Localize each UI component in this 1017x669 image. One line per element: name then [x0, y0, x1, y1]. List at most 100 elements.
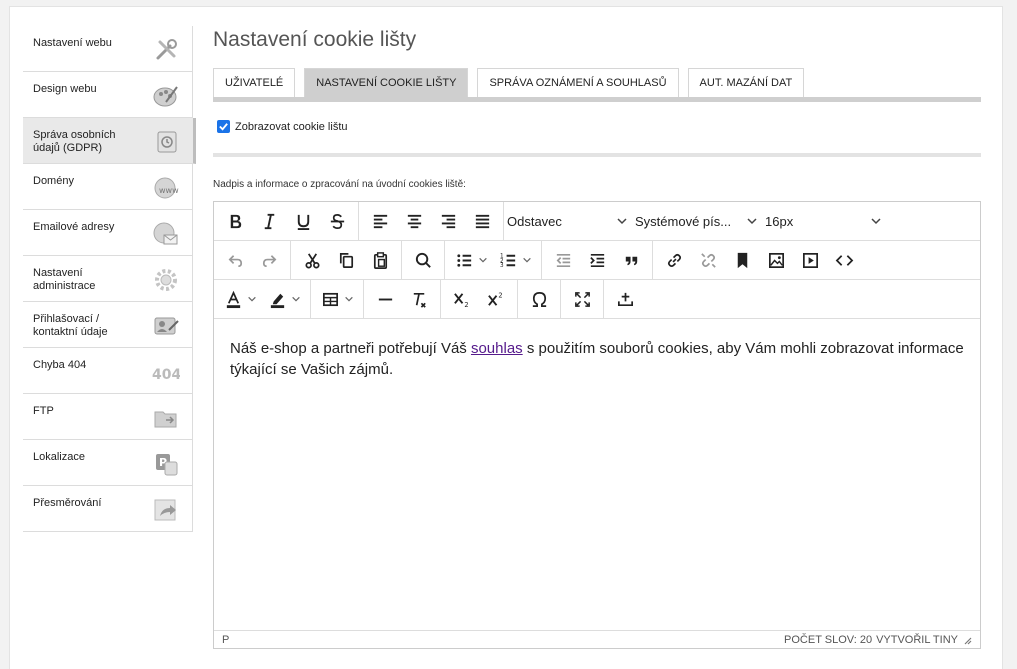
text-color-button[interactable]: [218, 284, 262, 314]
sidebar-item-presmerovani[interactable]: Přesměrování: [23, 486, 192, 532]
sidebar-item-label: Správa osobních údajů (GDPR): [33, 129, 116, 154]
bullet-list-icon: [457, 253, 472, 267]
fullscreen-icon: [574, 291, 590, 307]
align-right-button[interactable]: [431, 206, 465, 236]
outdent-button[interactable]: [546, 245, 580, 275]
blockquote-button[interactable]: [614, 245, 648, 275]
find-replace-button[interactable]: [406, 245, 440, 275]
align-center-button[interactable]: [397, 206, 431, 236]
link-icon: [667, 253, 681, 267]
settings-sidebar: Nastavení webu Design webu Správa osobní…: [23, 26, 196, 532]
toolbar-row-3: 2 2: [214, 279, 980, 319]
sidebar-item-domeny[interactable]: Domény www: [23, 164, 192, 210]
insert-media-button[interactable]: [793, 245, 827, 275]
resize-handle-icon[interactable]: [962, 635, 972, 645]
numbered-list-button[interactable]: 123: [493, 245, 537, 275]
consent-link[interactable]: souhlas: [471, 340, 523, 357]
paste-button[interactable]: [363, 245, 397, 275]
word-count[interactable]: POČET SLOV: 20: [784, 634, 872, 646]
sidebar-item-nastaveni-administrace[interactable]: Nastavení administrace: [23, 256, 192, 302]
undo-icon: [228, 254, 242, 267]
sidebar-item-emailove-adresy[interactable]: Emailové adresy: [23, 210, 192, 256]
italic-icon: [264, 213, 274, 229]
redo-icon: [262, 254, 276, 267]
special-character-button[interactable]: [522, 284, 556, 314]
page-title: Nastavení cookie lišty: [213, 28, 417, 51]
sidebar-item-lokalizace[interactable]: Lokalizace P: [23, 440, 192, 486]
bookmark-icon: [737, 252, 747, 268]
section-divider: [213, 153, 981, 157]
sidebar-item-label: Nastavení administrace: [33, 267, 96, 292]
tab-sprava-oznameni[interactable]: SPRÁVA OZNÁMENÍ A SOUHLASŮ: [477, 68, 679, 97]
omega-icon: [532, 291, 546, 307]
highlight-color-button[interactable]: [262, 284, 306, 314]
sidebar-item-chyba-404[interactable]: Chyba 404 404: [23, 348, 192, 394]
source-code-button[interactable]: [827, 245, 861, 275]
show-cookie-bar-label: Zobrazovat cookie lištu: [235, 120, 348, 133]
underline-button[interactable]: [286, 206, 320, 236]
insert-link-button[interactable]: [657, 245, 691, 275]
align-left-button[interactable]: [363, 206, 397, 236]
search-icon: [415, 252, 431, 268]
remove-link-button[interactable]: [691, 245, 725, 275]
block-format-select[interactable]: Odstavec: [504, 206, 632, 236]
sidebar-item-prihlasovaci-udaje[interactable]: Přihlašovací / kontaktní údaje: [23, 302, 192, 348]
font-size-select[interactable]: 16px: [762, 206, 886, 236]
tiny-branding-link[interactable]: VYTVOŘIL TINY: [876, 634, 958, 646]
bold-button[interactable]: [218, 206, 252, 236]
indent-button[interactable]: [580, 245, 614, 275]
cut-button[interactable]: [295, 245, 329, 275]
content-text-before: Náš e-shop a partneři potřebují Váš: [230, 340, 471, 357]
italic-button[interactable]: [252, 206, 286, 236]
gear-icon: [152, 266, 180, 294]
font-family-select[interactable]: Systémové pís...: [632, 206, 762, 236]
superscript-button[interactable]: 2: [479, 284, 513, 314]
bullet-list-button[interactable]: [449, 245, 493, 275]
checkmark-icon: [219, 123, 228, 131]
sidebar-item-label: Emailové adresy: [33, 221, 115, 233]
tab-uzivatele[interactable]: UŽIVATELÉ: [213, 68, 296, 97]
tab-bar: UŽIVATELÉ NASTAVENÍ COOKIE LIŠTY SPRÁVA …: [213, 68, 981, 102]
email-globe-icon: [152, 220, 180, 248]
anchor-button[interactable]: [725, 245, 759, 275]
indent-icon: [589, 253, 604, 267]
align-center-icon: [407, 214, 421, 228]
sidebar-item-label: Lokalizace: [33, 451, 85, 463]
sidebar-item-label: Domény: [33, 175, 74, 187]
element-path[interactable]: P: [222, 634, 229, 646]
justify-button[interactable]: [465, 206, 499, 236]
subscript-button[interactable]: 2: [445, 284, 479, 314]
chevron-down-icon: [479, 257, 487, 263]
table-button[interactable]: [315, 284, 359, 314]
horizontal-line-button[interactable]: [368, 284, 402, 314]
tab-aut-mazani-dat[interactable]: AUT. MAZÁNÍ DAT: [687, 68, 805, 97]
quote-icon: [625, 256, 637, 265]
strikethrough-button[interactable]: [320, 206, 354, 236]
sidebar-item-ftp[interactable]: FTP: [23, 394, 192, 440]
align-left-icon: [373, 214, 387, 228]
insert-image-button[interactable]: [759, 245, 793, 275]
copy-button[interactable]: [329, 245, 363, 275]
insert-plus-icon: [617, 292, 633, 306]
sidebar-item-nastaveni-webu[interactable]: Nastavení webu: [23, 26, 192, 72]
svg-text:404: 404: [152, 367, 180, 383]
table-icon: [322, 292, 339, 306]
editor-content-area[interactable]: Náš e-shop a partneři potřebují Váš souh…: [214, 320, 980, 632]
media-play-icon: [802, 252, 818, 268]
sidebar-item-design-webu[interactable]: Design webu: [23, 72, 192, 118]
localization-icon: P: [152, 450, 180, 478]
chevron-down-icon: [345, 296, 353, 302]
horizontal-rule-icon: [378, 298, 392, 300]
insert-button[interactable]: [608, 284, 642, 314]
ftp-folder-icon: [152, 404, 180, 432]
undo-button[interactable]: [218, 245, 252, 275]
safe-icon: [153, 128, 181, 156]
show-cookie-bar-checkbox[interactable]: [217, 120, 230, 133]
fullscreen-button[interactable]: [565, 284, 599, 314]
redo-button[interactable]: [252, 245, 286, 275]
sidebar-item-gdpr[interactable]: Správa osobních údajů (GDPR): [23, 118, 196, 164]
tab-nastaveni-cookie-listy[interactable]: NASTAVENÍ COOKIE LIŠTY: [304, 68, 469, 97]
chevron-down-icon: [747, 218, 757, 225]
image-icon: [768, 252, 784, 268]
clear-formatting-button[interactable]: [402, 284, 436, 314]
